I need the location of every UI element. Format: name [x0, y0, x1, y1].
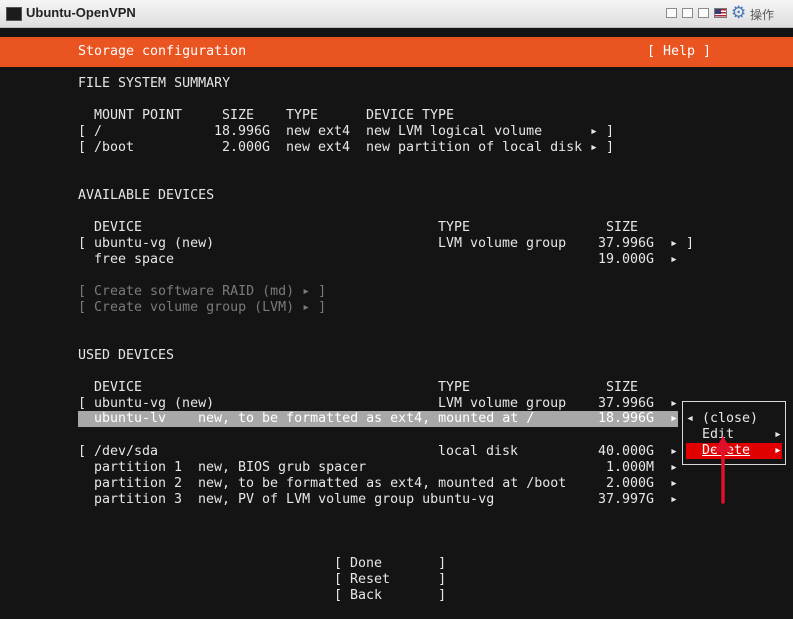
submenu-arrow-icon[interactable]: ▸	[670, 411, 678, 427]
bracket-open: [	[78, 140, 87, 155]
partition-size: 37.997G	[598, 492, 655, 507]
device-name: ubuntu-vg (new)	[94, 396, 215, 411]
col-mount-point: MOUNT POINT	[94, 108, 183, 123]
col-size: SIZE	[606, 380, 639, 395]
done-button[interactable]: [ Done ]	[334, 556, 446, 572]
submenu-arrow-icon[interactable]: ▸	[670, 492, 678, 508]
create-raid-button[interactable]: [ Create software RAID (md) ▸ ]	[78, 284, 326, 300]
vm-window: Ubuntu-OpenVPN ⚙ 操作 Storage configuratio…	[0, 0, 793, 619]
submenu-arrow-icon[interactable]: ▸	[670, 460, 678, 476]
partition-desc: new, BIOS grub spacer	[198, 460, 367, 475]
col-device: DEVICE	[94, 380, 143, 395]
gear-icon[interactable]: ⚙	[731, 3, 746, 23]
bracket-close: ]	[606, 140, 615, 155]
fs-row-type: new ext4	[286, 140, 351, 155]
partition-size: 2.000G	[606, 476, 655, 491]
minimize-button[interactable]	[666, 8, 677, 18]
partition-name: partition 3	[94, 492, 183, 507]
annotation-arrow-icon	[714, 436, 732, 504]
used-heading: USED DEVICES	[78, 348, 175, 363]
submenu-arrow-icon[interactable]: ▸	[670, 252, 678, 268]
bracket-close: ]	[606, 124, 615, 139]
help-button[interactable]: [ Help ]	[647, 44, 711, 60]
bracket-open: [	[78, 124, 87, 139]
col-device-type: DEVICE TYPE	[366, 108, 455, 123]
submenu-arrow-icon: ▸	[774, 427, 783, 442]
fs-row-type: new ext4	[286, 124, 351, 139]
device-size: 37.996G	[598, 396, 655, 411]
menu-close-item[interactable]: (close)	[702, 411, 758, 427]
bracket-open: [	[78, 236, 87, 251]
operations-menu[interactable]: 操作	[750, 6, 774, 23]
col-device: DEVICE	[94, 220, 143, 235]
device-desc: new, to be formatted as ext4, mounted at…	[198, 411, 535, 426]
device-size: 37.996G	[598, 236, 655, 251]
device-size: 40.000G	[598, 444, 655, 459]
fs-summary-heading: FILE SYSTEM SUMMARY	[78, 76, 231, 91]
maximize-button[interactable]	[698, 8, 709, 18]
submenu-arrow-icon[interactable]: ▸	[670, 476, 678, 492]
submenu-arrow-icon[interactable]: ▸	[590, 124, 598, 140]
submenu-arrow-icon: ▸	[774, 443, 783, 458]
partition-name: partition 2	[94, 476, 183, 491]
device-name: ubuntu-vg (new)	[94, 236, 215, 251]
us-flag-icon[interactable]	[714, 8, 727, 18]
device-name: ubuntu-lv	[94, 411, 167, 426]
col-size: SIZE	[606, 220, 639, 235]
partition-size: 1.000M	[606, 460, 655, 475]
partition-desc: new, PV of LVM volume group ubuntu-vg	[198, 492, 495, 507]
device-size: 19.000G	[598, 252, 655, 267]
col-type: TYPE	[438, 380, 471, 395]
device-name: free space	[94, 252, 175, 267]
create-volume-group-button[interactable]: [ Create volume group (LVM) ▸ ]	[78, 300, 326, 316]
menu-left-arrow-icon: ◂	[686, 411, 695, 426]
device-type: local disk	[438, 444, 519, 459]
submenu-arrow-icon[interactable]: ▸	[670, 444, 678, 460]
device-size: 18.996G	[598, 411, 655, 426]
window-titlebar: Ubuntu-OpenVPN ⚙ 操作	[0, 0, 793, 28]
reset-button[interactable]: [ Reset ]	[334, 572, 446, 588]
device-type: LVM volume group	[438, 236, 567, 251]
submenu-arrow-icon[interactable]: ▸	[670, 396, 678, 412]
page-title: Storage configuration	[78, 44, 247, 59]
fs-row-mount: /boot	[94, 140, 135, 155]
terminal-app-icon	[6, 7, 22, 21]
fs-row-size: 18.996G	[214, 124, 271, 139]
installer-terminal: Storage configuration [ Help ] FILE SYST…	[0, 28, 793, 619]
window-title: Ubuntu-OpenVPN	[26, 5, 136, 20]
partition-desc: new, to be formatted as ext4, mounted at…	[198, 476, 567, 491]
bracket-open: [	[78, 444, 87, 459]
device-name: /dev/sda	[94, 444, 159, 459]
fs-row-device-type: new LVM logical volume	[366, 124, 543, 139]
col-size: SIZE	[222, 108, 255, 123]
device-type: LVM volume group	[438, 396, 567, 411]
submenu-arrow-icon[interactable]: ▸	[590, 140, 598, 156]
fs-row-device-type: new partition of local disk	[366, 140, 583, 155]
col-type: TYPE	[438, 220, 471, 235]
bracket-close: ]	[686, 236, 695, 251]
available-heading: AVAILABLE DEVICES	[78, 188, 215, 203]
header-bar: Storage configuration [ Help ]	[0, 37, 793, 67]
col-type: TYPE	[286, 108, 319, 123]
bracket-open: [	[78, 396, 87, 411]
submenu-arrow-icon[interactable]: ▸	[670, 236, 678, 252]
partition-name: partition 1	[94, 460, 183, 475]
fs-row-size: 2.000G	[222, 140, 271, 155]
back-button[interactable]: [ Back ]	[334, 588, 446, 604]
restore-button[interactable]	[682, 8, 693, 18]
used-row-lv-selected[interactable]: ubuntu-lv new, to be formatted as ext4, …	[78, 411, 678, 427]
fs-row-mount: /	[94, 124, 103, 139]
